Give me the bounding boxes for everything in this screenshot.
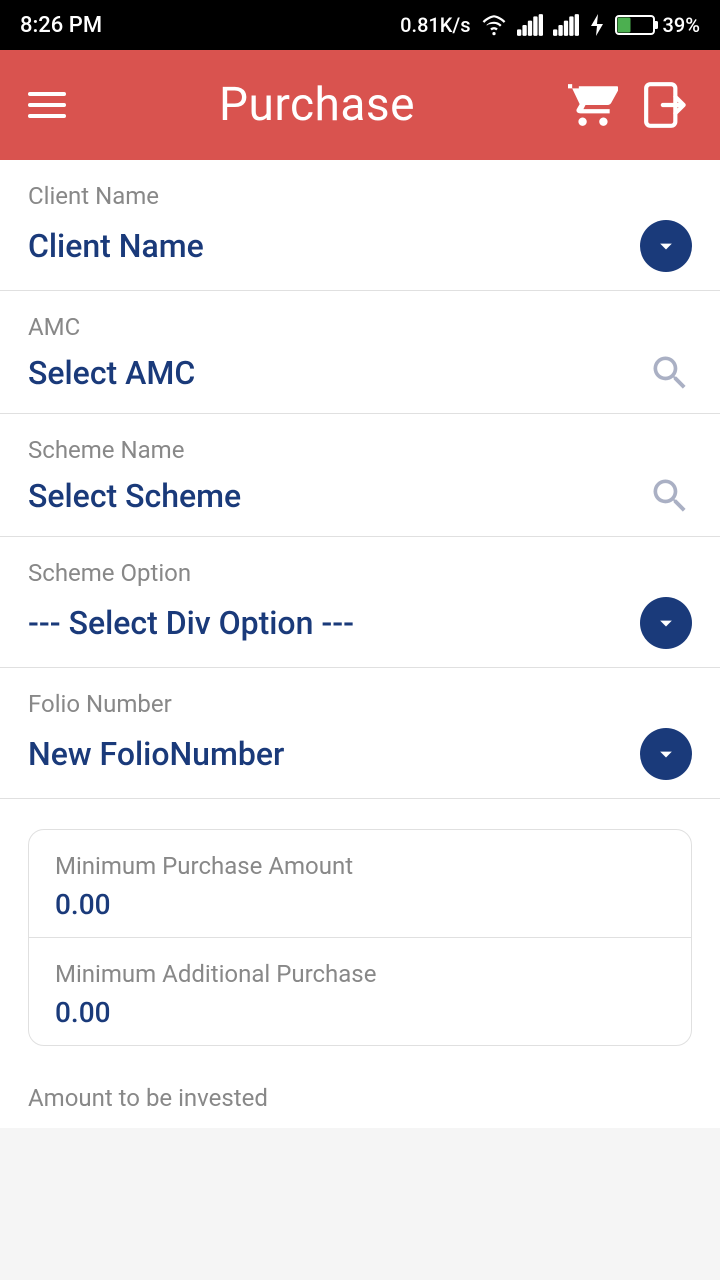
status-time: 8:26 PM [20,13,102,38]
client-name-row: Client Name [28,220,692,290]
battery-icon: 39% [615,13,700,37]
signal2-icon [553,14,579,36]
min-purchase-row: Minimum Purchase Amount 0.00 [29,830,691,937]
min-purchase-value: 0.00 [55,888,665,921]
amount-label: Amount to be invested [0,1056,720,1128]
logout-button[interactable] [642,80,692,130]
min-additional-value: 0.00 [55,996,665,1029]
cart-button[interactable] [568,80,618,130]
client-name-value: Client Name [28,227,204,265]
client-name-label: Client Name [28,182,692,210]
scheme-name-label: Scheme Name [28,436,692,464]
battery-percent: 39% [663,13,700,37]
min-purchase-label: Minimum Purchase Amount [55,852,665,880]
scheme-option-label: Scheme Option [28,559,692,587]
scheme-name-group: Scheme Name Select Scheme [0,414,720,537]
chevron-down-icon [652,740,680,768]
network-speed: 0.81K/s [400,13,470,37]
scheme-name-row: Select Scheme [28,474,692,536]
wifi-icon [481,14,507,36]
scheme-option-dropdown[interactable] [640,597,692,649]
scheme-name-value: Select Scheme [28,477,241,515]
scheme-option-group: Scheme Option --- Select Div Option --- [0,537,720,668]
search-icon [648,474,692,518]
info-card: Minimum Purchase Amount 0.00 Minimum Add… [28,829,692,1046]
amc-label: AMC [28,313,692,341]
amc-row: Select AMC [28,351,692,413]
page-title: Purchase [219,78,415,132]
chevron-down-icon [652,232,680,260]
amc-search-button[interactable] [648,351,692,395]
folio-number-row: New FolioNumber [28,728,692,798]
folio-number-dropdown[interactable] [640,728,692,780]
toolbar: Purchase [0,50,720,160]
hamburger-icon [28,92,66,118]
chevron-down-icon [652,609,680,637]
charging-icon [589,14,605,36]
cart-icon [568,80,618,130]
amc-value: Select AMC [28,354,195,392]
scheme-option-value: --- Select Div Option --- [28,604,354,642]
amc-group: AMC Select AMC [0,291,720,414]
signal-icon [517,14,543,36]
logout-icon [642,80,692,130]
folio-number-group: Folio Number New FolioNumber [0,668,720,799]
search-icon [648,351,692,395]
status-bar: 8:26 PM 0.81K/s [0,0,720,50]
min-additional-label: Minimum Additional Purchase [55,960,665,988]
folio-number-label: Folio Number [28,690,692,718]
scheme-search-button[interactable] [648,474,692,518]
client-name-dropdown[interactable] [640,220,692,272]
status-icons: 0.81K/s [400,13,700,37]
main-content: Client Name Client Name AMC Select AMC S… [0,160,720,1128]
scheme-option-row: --- Select Div Option --- [28,597,692,667]
folio-number-value: New FolioNumber [28,735,284,773]
menu-button[interactable] [28,92,66,118]
min-additional-row: Minimum Additional Purchase 0.00 [29,937,691,1045]
client-name-group: Client Name Client Name [0,160,720,291]
toolbar-actions [568,80,692,130]
